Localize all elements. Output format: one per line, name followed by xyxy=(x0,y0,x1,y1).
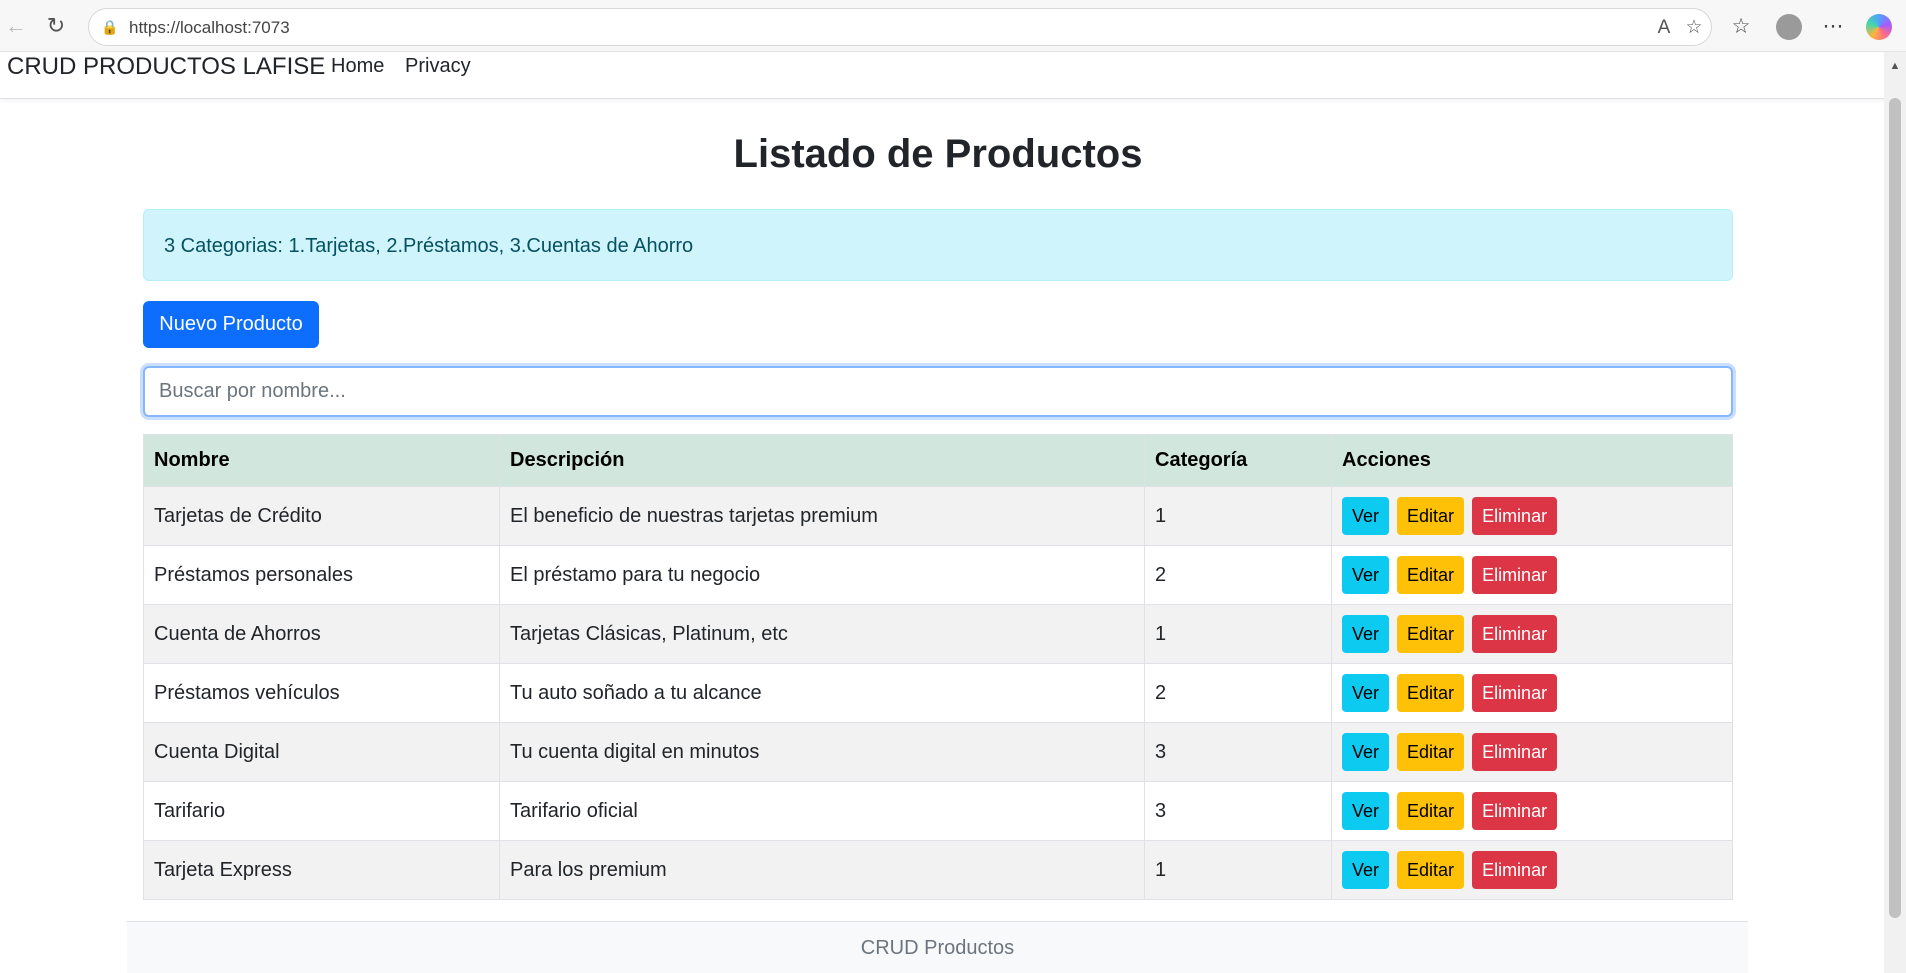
delete-button[interactable]: Eliminar xyxy=(1472,792,1558,830)
edit-button[interactable]: Editar xyxy=(1397,851,1465,889)
cell-acciones: Ver Editar Eliminar xyxy=(1331,604,1733,664)
copilot-icon[interactable] xyxy=(1866,14,1892,40)
view-button[interactable]: Ver xyxy=(1342,556,1390,594)
header-acciones: Acciones xyxy=(1331,434,1733,487)
favorite-star-icon[interactable]: ☆ xyxy=(1683,17,1705,39)
url-text[interactable]: https://localhost:7073 xyxy=(129,18,290,38)
edit-button[interactable]: Editar xyxy=(1397,497,1465,535)
cell-categoria: 1 xyxy=(1144,486,1332,546)
footer-text: CRUD Productos xyxy=(860,937,1015,959)
cell-descripcion: Tarjetas Clásicas, Platinum, etc xyxy=(499,604,1145,664)
delete-button[interactable]: Eliminar xyxy=(1472,674,1558,712)
table-row: Préstamos vehículos Tu auto soñado a tu … xyxy=(143,663,1733,723)
cell-nombre: Tarjeta Express xyxy=(143,840,500,900)
more-icon[interactable]: ⋯ xyxy=(1820,14,1846,40)
navbar: CRUD PRODUCTOS LAFISE Home Privacy xyxy=(0,52,1888,99)
delete-button[interactable]: Eliminar xyxy=(1472,851,1558,889)
edit-button[interactable]: Editar xyxy=(1397,556,1465,594)
table-row: Tarifario Tarifario oficial 3 Ver Editar E… xyxy=(143,781,1733,841)
cell-categoria: 2 xyxy=(1144,663,1332,723)
reload-icon[interactable]: ↻ xyxy=(42,12,70,40)
cell-descripcion: El préstamo para tu negocio xyxy=(499,545,1145,605)
lock-icon[interactable]: 🔒 xyxy=(101,18,119,36)
table-row: Préstamos personales El préstamo para tu… xyxy=(143,545,1733,605)
cell-nombre: Préstamos vehículos xyxy=(143,663,500,723)
cell-descripcion: Tu cuenta digital en minutos xyxy=(499,722,1145,782)
table-header-row: Nombre Descripción Categoría Acciones xyxy=(143,434,1733,487)
header-descripcion: Descripción xyxy=(499,434,1145,487)
cell-descripcion: El beneficio de nuestras tarjetas premiu… xyxy=(499,486,1145,546)
browser-toolbar: ← ↻ 🔒 https://localhost:7073 A ☆ ☆ ⋯ xyxy=(0,0,1906,52)
table-row: Tarjeta Express Para los premium 1 Ver Ed… xyxy=(143,840,1733,900)
scroll-thumb[interactable] xyxy=(1889,98,1901,918)
header-nombre: Nombre xyxy=(143,434,500,487)
address-bar[interactable]: 🔒 https://localhost:7073 A ☆ xyxy=(88,8,1712,46)
cell-nombre: Cuenta de Ahorros xyxy=(143,604,500,664)
search-input[interactable] xyxy=(143,366,1733,417)
delete-button[interactable]: Eliminar xyxy=(1472,615,1558,653)
new-product-button[interactable]: Nuevo Producto xyxy=(143,301,319,348)
edit-button[interactable]: Editar xyxy=(1397,733,1465,771)
view-button[interactable]: Ver xyxy=(1342,497,1390,535)
cell-acciones: Ver Editar Eliminar xyxy=(1331,545,1733,605)
header-categoria: Categoría xyxy=(1144,434,1332,487)
view-button[interactable]: Ver xyxy=(1342,851,1390,889)
cell-nombre: Tarifario xyxy=(143,781,500,841)
nav-link-privacy[interactable]: Privacy xyxy=(405,55,471,78)
cell-descripcion: Tu auto soñado a tu alcance xyxy=(499,663,1145,723)
cell-acciones: Ver Editar Eliminar xyxy=(1331,840,1733,900)
edit-button[interactable]: Editar xyxy=(1397,615,1465,653)
scroll-up-arrow-icon[interactable]: ▲ xyxy=(1884,60,1906,72)
cell-acciones: Ver Editar Eliminar xyxy=(1331,781,1733,841)
view-button[interactable]: Ver xyxy=(1342,733,1390,771)
cell-descripcion: Tarifario oficial xyxy=(499,781,1145,841)
cell-nombre: Tarjetas de Crédito xyxy=(143,486,500,546)
cell-categoria: 2 xyxy=(1144,545,1332,605)
cell-nombre: Cuenta Digital xyxy=(143,722,500,782)
products-table: Nombre Descripción Categoría Acciones Ta… xyxy=(143,434,1733,900)
delete-button[interactable]: Eliminar xyxy=(1472,497,1558,535)
edit-button[interactable]: Editar xyxy=(1397,674,1465,712)
cell-acciones: Ver Editar Eliminar xyxy=(1331,663,1733,723)
favorites-icon[interactable]: ☆ xyxy=(1728,14,1754,40)
cell-categoria: 1 xyxy=(1144,604,1332,664)
edit-button[interactable]: Editar xyxy=(1397,792,1465,830)
page-scrollbar[interactable]: ▲ xyxy=(1884,52,1906,973)
cell-acciones: Ver Editar Eliminar xyxy=(1331,722,1733,782)
brand-link[interactable]: CRUD PRODUCTOS LAFISE xyxy=(7,53,325,81)
view-button[interactable]: Ver xyxy=(1342,674,1390,712)
cell-acciones: Ver Editar Eliminar xyxy=(1331,486,1733,546)
delete-button[interactable]: Eliminar xyxy=(1472,733,1558,771)
view-button[interactable]: Ver xyxy=(1342,615,1390,653)
profile-icon[interactable] xyxy=(1776,14,1802,40)
categories-alert: 3 Categorias: 1.Tarjetas, 2.Préstamos, 3… xyxy=(143,209,1733,281)
page-footer: CRUD Productos xyxy=(127,921,1748,973)
cell-nombre: Préstamos personales xyxy=(143,545,500,605)
view-button[interactable]: Ver xyxy=(1342,792,1390,830)
table-row: Cuenta Digital Tu cuenta digital en minu… xyxy=(143,722,1733,782)
cell-descripcion: Para los premium xyxy=(499,840,1145,900)
delete-button[interactable]: Eliminar xyxy=(1472,556,1558,594)
back-icon[interactable]: ← xyxy=(2,12,30,40)
page-title: Listado de Productos xyxy=(733,132,1143,176)
table-row: Tarjetas de Crédito El beneficio de nues… xyxy=(143,486,1733,546)
nav-link-home[interactable]: Home xyxy=(331,55,384,78)
cell-categoria: 1 xyxy=(1144,840,1332,900)
read-aloud-icon[interactable]: A xyxy=(1653,17,1675,39)
cell-categoria: 3 xyxy=(1144,722,1332,782)
cell-categoria: 3 xyxy=(1144,781,1332,841)
table-row: Cuenta de Ahorros Tarjetas Clásicas, Pla… xyxy=(143,604,1733,664)
